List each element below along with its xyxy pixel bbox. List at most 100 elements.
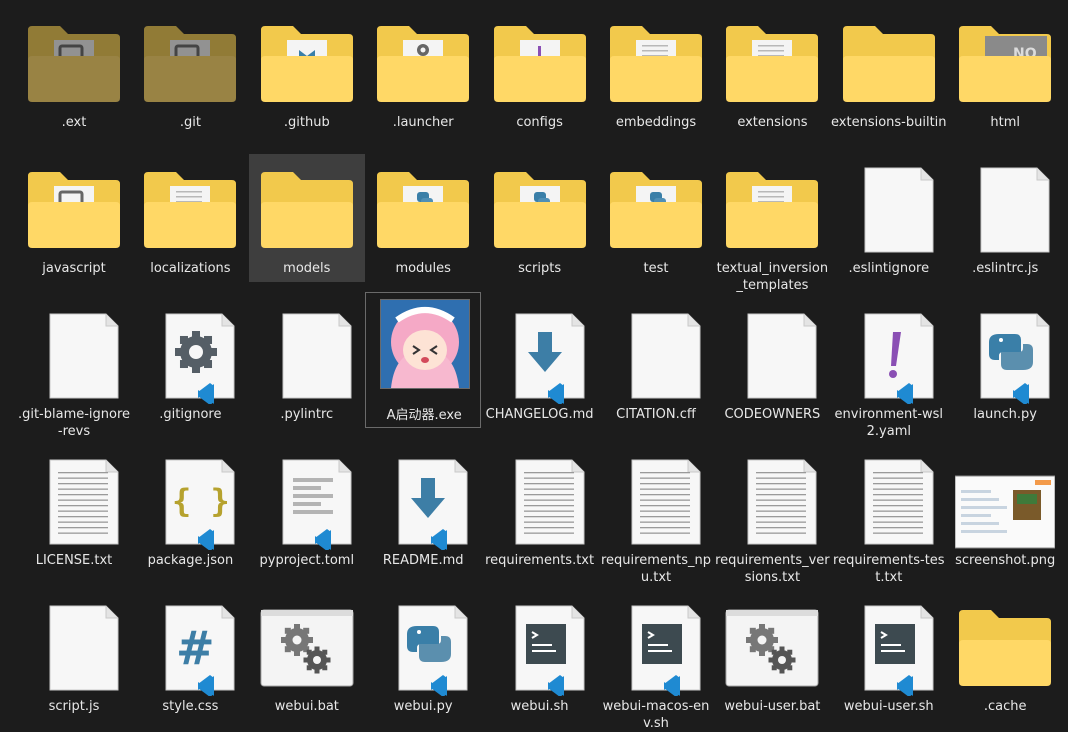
folder-configs[interactable]: configs [482,8,598,136]
item-label: .launcher [392,115,454,130]
file-webui-sh[interactable]: webui.sh [482,592,598,720]
folder-github[interactable]: .github [249,8,365,136]
folder-ext[interactable]: .ext [16,8,132,136]
text-file-icon [864,459,934,545]
file-webui-py[interactable]: webui.py [365,592,481,720]
file-style-css[interactable]: # style.css [132,592,248,720]
folder-icon [726,172,819,248]
folder-launcher[interactable]: .launcher [365,8,481,136]
item-label: .cache [983,699,1027,714]
item-label: .git [179,115,201,130]
item-label: .gitignore [159,407,222,422]
item-label: .git-blame-ignore-revs [17,407,131,439]
folder-icon [377,172,470,248]
item-label: CHANGELOG.md [485,407,594,422]
css-file-icon: # [165,605,235,696]
blank-file-icon [49,313,119,399]
folder-icon [726,26,819,102]
folder-icon [144,26,237,102]
folder-javascript[interactable]: javascript [16,154,132,282]
item-label: models [283,261,331,276]
shell-script-icon [515,605,585,696]
file-webui-user-sh[interactable]: webui-user.sh [831,592,947,720]
file-requirements-npu-txt[interactable]: requirements_npu.txt [598,446,714,585]
folder-extensions[interactable]: extensions [714,8,830,136]
app-thumbnail-icon [380,299,471,389]
folder-icon [260,172,353,248]
file-icon [515,459,585,545]
file-environment-wsl2-yaml[interactable]: environment-wsl2.yaml [831,300,947,439]
folder-icon [377,26,470,102]
file-icon [631,459,701,545]
text-file-icon [631,459,701,545]
folder-embeddings[interactable]: embeddings [598,8,714,136]
folder-modules[interactable]: modules [365,154,481,282]
svg-text:#: # [176,621,215,675]
folder-localizations[interactable]: localizations [132,154,248,282]
item-label: environment-wsl2.yaml [834,407,944,439]
file-git-blame-ignore-revs[interactable]: .git-blame-ignore-revs [16,300,132,439]
item-label: webui-user.bat [724,699,821,714]
file-webui-user-bat[interactable]: webui-user.bat [714,592,830,720]
item-label: .pylintrc [280,407,334,422]
file-license-txt[interactable]: LICENSE.txt [16,446,132,574]
file-icon [165,313,235,404]
folder-icon [144,172,237,248]
file-requirements-versions-txt[interactable]: requirements_versions.txt [714,446,830,585]
file-changelog-md[interactable]: CHANGELOG.md [482,300,598,428]
file-screenshot-png[interactable]: screenshot.png [947,446,1063,574]
folder-icon: NO [959,26,1052,102]
python-file-icon [398,605,468,696]
file-citation-cff[interactable]: CITATION.cff [598,300,714,428]
json-file-icon: { } [165,459,235,550]
folder-scripts[interactable]: scripts [482,154,598,282]
file-icon [515,605,585,696]
markdown-file-icon [398,459,468,550]
item-label: style.css [162,699,219,714]
folder-icon [959,610,1052,686]
file-icon: # [165,605,235,696]
folder-test[interactable]: test [598,154,714,282]
file-webui-bat[interactable]: webui.bat [249,592,365,720]
folder-icon [842,26,935,102]
folder-git[interactable]: .git [132,8,248,136]
file-readme-md[interactable]: README.md [365,446,481,574]
markdown-file-icon [515,313,585,404]
file-requirements-txt[interactable]: requirements.txt [482,446,598,574]
text-file-icon [49,459,119,545]
folder-models[interactable]: models [248,154,365,282]
file-icon [631,605,701,696]
item-label: CITATION.cff [616,407,696,422]
blank-file-icon [282,313,352,399]
gear-file-icon [165,313,235,404]
file-icon [980,167,1050,253]
folder-extensions-builtin[interactable]: extensions-builtin [831,8,947,136]
folder-icon [144,172,237,248]
file-requirements-test-txt[interactable]: requirements-test.txt [831,446,947,585]
folder-cache[interactable]: .cache [947,592,1063,720]
file-pylintrc[interactable]: .pylintrc [249,300,365,428]
folder-html[interactable]: NO html [947,8,1063,136]
blank-file-icon [747,313,817,399]
item-label: .github [283,115,330,130]
file-icon [864,167,934,253]
python-file-icon [980,313,1050,404]
file-webui-macos-env-sh[interactable]: webui-macos-env.sh [598,592,714,731]
file-launch-py[interactable]: launch.py [947,300,1063,428]
toml-file-icon [282,459,352,550]
svg-text:{ }: { } [172,482,230,520]
item-label: webui.bat [274,699,339,714]
file-gitignore[interactable]: .gitignore [132,300,248,428]
file-pyproject-toml[interactable]: pyproject.toml [249,446,365,574]
file-codeowners[interactable]: CODEOWNERS [714,300,830,428]
folder-icon [493,172,586,248]
file-script-js[interactable]: script.js [16,592,132,720]
file-eslintrc-js[interactable]: .eslintrc.js [947,154,1063,282]
item-label: test [643,261,669,276]
folder-textual-inversion-templates[interactable]: textual_inversion_templates [714,154,830,293]
file-icon [49,605,119,691]
file-package-json[interactable]: { } package.json [132,446,248,574]
file-a-exe[interactable]: A启动器.exe [365,292,482,428]
blank-file-icon [980,167,1050,253]
file-eslintignore[interactable]: .eslintignore [831,154,947,282]
